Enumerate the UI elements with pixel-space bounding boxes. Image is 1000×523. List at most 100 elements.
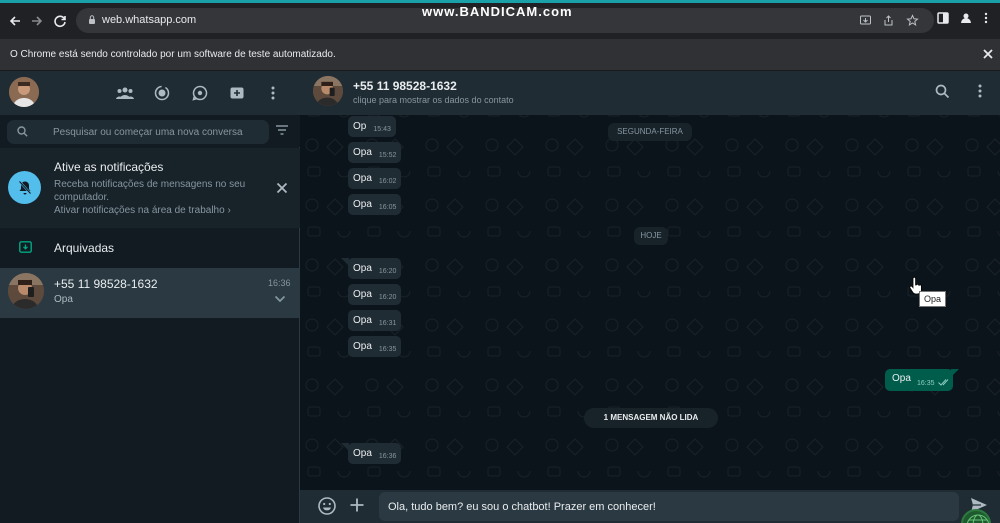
- enable-notifications-link[interactable]: Ativar notificações na área de trabalho …: [54, 205, 231, 216]
- message-time: 16:20: [378, 294, 397, 301]
- message-time: 15:52: [378, 152, 397, 159]
- contact-name[interactable]: +55 11 98528-1632: [353, 79, 457, 93]
- message-time: 16:36: [378, 453, 397, 460]
- sidebar-header: [0, 71, 300, 115]
- reload-button[interactable]: [49, 10, 71, 32]
- install-app-icon[interactable]: [859, 14, 872, 27]
- message-time: 16:05: [378, 204, 397, 211]
- search-icon: [17, 126, 28, 137]
- notification-bell: [8, 171, 41, 204]
- filter-icon[interactable]: [276, 125, 288, 135]
- back-button[interactable]: [4, 10, 26, 32]
- message-time: 16:20: [378, 268, 397, 275]
- side-panel-icon[interactable]: [937, 12, 949, 24]
- my-profile-avatar[interactable]: [9, 77, 39, 107]
- avatar-photo: [313, 76, 343, 106]
- message-text: Opa: [353, 448, 372, 459]
- browser-toolbar: web.whatsapp.com www.BANDICAM.com: [0, 0, 1000, 39]
- message-input-box[interactable]: [379, 492, 959, 521]
- outgoing-message[interactable]: Opa 16:35: [885, 369, 953, 391]
- archived-chats[interactable]: Arquivadas: [0, 228, 300, 268]
- search-messages-icon[interactable]: [935, 84, 950, 99]
- browser-accent-strip: [0, 0, 1000, 3]
- bookmark-star-icon[interactable]: [906, 14, 919, 27]
- message-text: Opa: [892, 373, 911, 384]
- message-text: Opa: [353, 315, 372, 326]
- message-composer: [300, 490, 1000, 523]
- communities-button[interactable]: [115, 83, 135, 103]
- incoming-message[interactable]: Opa 15:52: [348, 142, 402, 163]
- message-time: 16:35: [917, 380, 935, 387]
- communities-icon: [116, 87, 134, 99]
- incoming-message[interactable]: Opa 16:05: [348, 194, 402, 215]
- share-icon[interactable]: [882, 14, 895, 27]
- notification-body: Receba notificações de mensagens no seu …: [54, 179, 246, 203]
- arrow-right-icon: [32, 16, 43, 26]
- incoming-message[interactable]: Opa 16:36: [348, 443, 402, 464]
- menu-icon: [271, 86, 275, 100]
- message-time: 16:31: [378, 320, 397, 327]
- incoming-message[interactable]: Opa 16:31: [348, 310, 402, 331]
- message-time: 15:43: [373, 126, 391, 133]
- notification-title: Ative as notificações: [54, 160, 164, 174]
- close-infobar-icon[interactable]: [980, 46, 996, 62]
- avatar-photo: [9, 77, 39, 107]
- automation-infobar: O Chrome está sendo controlado por um so…: [0, 39, 1000, 71]
- chat-list-panel: Ative as notificações Receba notificaçõe…: [0, 71, 300, 523]
- emoji-icon[interactable]: [317, 496, 337, 516]
- conversation-menu-icon[interactable]: [978, 84, 982, 98]
- chrome-menu-icon[interactable]: [984, 12, 988, 24]
- chevron-down-icon[interactable]: [274, 295, 286, 303]
- status-button[interactable]: [152, 83, 172, 103]
- profile-icon[interactable]: [960, 12, 972, 24]
- chat-name: +55 11 98528-1632: [54, 277, 158, 291]
- site-info-icon[interactable]: [88, 14, 96, 26]
- message-time: 16:35: [378, 346, 397, 353]
- incoming-message[interactable]: Opa 16:35: [348, 336, 402, 357]
- notification-banner[interactable]: Ative as notificações Receba notificaçõe…: [0, 148, 300, 228]
- contact-subtitle[interactable]: clique para mostrar os dados do contato: [353, 95, 514, 105]
- message-text: Opa: [353, 147, 372, 158]
- search-row: [0, 115, 300, 147]
- bell-off-icon: [18, 180, 31, 194]
- new-chat-button[interactable]: [227, 83, 247, 103]
- message-text: Op: [353, 121, 367, 132]
- close-notification-icon[interactable]: [276, 182, 288, 194]
- attach-plus-icon[interactable]: [349, 497, 365, 513]
- message-text: Opa: [353, 289, 372, 300]
- message-input[interactable]: [388, 498, 948, 516]
- message-text: Opa: [353, 173, 372, 184]
- reload-icon: [54, 15, 66, 28]
- status-icon: [154, 85, 170, 101]
- new-chat-icon: [230, 87, 244, 99]
- avatar-photo: [8, 273, 44, 309]
- automation-message: O Chrome está sendo controlado por um so…: [10, 49, 336, 60]
- channels-icon: [192, 85, 208, 101]
- incoming-message[interactable]: Opa 16:02: [348, 168, 402, 189]
- incoming-message[interactable]: Opa 16:20: [348, 258, 402, 279]
- recording-watermark: www.BANDICAM.com: [422, 4, 573, 19]
- chat-last-message: Opa: [54, 294, 73, 305]
- double-check-icon: [938, 379, 949, 386]
- archived-label: Arquivadas: [54, 241, 115, 255]
- conversation-panel: +55 11 98528-1632 clique para mostrar os…: [300, 71, 1000, 523]
- contact-avatar: [8, 273, 44, 309]
- date-separator: SEGUNDA-FEIRA: [608, 123, 692, 141]
- chat-list-item[interactable]: +55 11 98528-1632 Opa 16:36: [0, 268, 300, 318]
- message-text: Opa: [353, 199, 372, 210]
- url-text[interactable]: web.whatsapp.com: [102, 14, 196, 26]
- forward-button[interactable]: [26, 10, 48, 32]
- incoming-message[interactable]: Opa 16:20: [348, 284, 402, 305]
- incoming-message[interactable]: Op 15:43: [348, 116, 396, 137]
- search-input[interactable]: [53, 123, 263, 141]
- unread-messages-divider: 1 MENSAGEM NÃO LIDA: [584, 408, 718, 428]
- date-separator: HOJE: [634, 227, 668, 245]
- channels-button[interactable]: [190, 83, 210, 103]
- message-text: Opa: [353, 341, 372, 352]
- sidebar-menu-button[interactable]: [263, 83, 283, 103]
- conversation-header[interactable]: +55 11 98528-1632 clique para mostrar os…: [300, 71, 1000, 115]
- message-text: Opa: [353, 263, 372, 274]
- contact-avatar[interactable]: [313, 76, 343, 106]
- chat-time: 16:36: [268, 278, 291, 288]
- search-box[interactable]: [7, 120, 269, 144]
